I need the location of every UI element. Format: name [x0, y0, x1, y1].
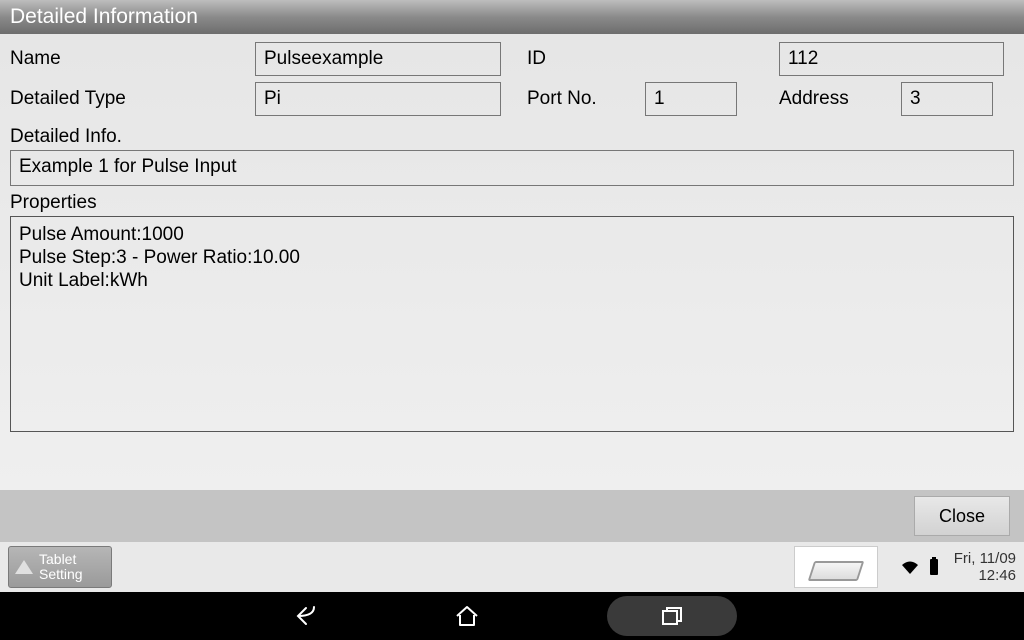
recent-apps-button[interactable]	[607, 596, 737, 636]
title-bar: Detailed Information	[0, 0, 1024, 34]
id-value: 112	[788, 48, 818, 70]
port-no-field[interactable]: 1	[645, 82, 737, 116]
id-field[interactable]: 112	[779, 42, 1004, 76]
status-bar: Tablet Setting Fri, 11/09 12:46	[0, 542, 1024, 592]
id-label: ID	[527, 48, 779, 70]
tray-icon[interactable]	[794, 546, 878, 588]
recent-apps-icon	[660, 605, 684, 627]
detailed-info-label: Detailed Info.	[10, 126, 1014, 148]
time-text: 12:46	[954, 567, 1016, 584]
detailed-type-label: Detailed Type	[10, 88, 255, 110]
content-area: Name Pulseexample ID 112 Detailed Type P…	[0, 34, 1024, 490]
tablet-setting-button[interactable]: Tablet Setting	[8, 546, 112, 588]
close-button-label: Close	[939, 506, 985, 527]
name-field[interactable]: Pulseexample	[255, 42, 501, 76]
properties-label: Properties	[10, 192, 1014, 214]
detailed-type-field[interactable]: Pi	[255, 82, 501, 116]
date-text: Fri, 11/09	[954, 550, 1016, 567]
up-arrow-icon	[15, 560, 33, 574]
address-field[interactable]: 3	[901, 82, 993, 116]
wifi-icon	[900, 560, 920, 575]
battery-icon	[930, 559, 938, 575]
page-title: Detailed Information	[10, 5, 198, 29]
tray-shape-icon	[808, 561, 864, 581]
port-no-label: Port No.	[527, 88, 645, 110]
back-icon	[292, 604, 322, 628]
android-nav-bar	[0, 592, 1024, 640]
detailed-type-value: Pi	[264, 88, 281, 110]
name-value: Pulseexample	[264, 48, 383, 70]
home-button[interactable]	[447, 596, 487, 636]
address-label: Address	[779, 88, 879, 110]
close-button[interactable]: Close	[914, 496, 1010, 536]
tablet-setting-label: Tablet Setting	[39, 552, 83, 583]
properties-box: Pulse Amount:1000 Pulse Step:3 - Power R…	[10, 216, 1014, 432]
detailed-info-value: Example 1 for Pulse Input	[19, 156, 237, 177]
port-no-value: 1	[654, 88, 665, 110]
datetime: Fri, 11/09 12:46	[954, 550, 1016, 585]
name-label: Name	[10, 48, 255, 70]
detailed-info-field[interactable]: Example 1 for Pulse Input	[10, 150, 1014, 186]
back-button[interactable]	[287, 596, 327, 636]
action-bar: Close	[0, 490, 1024, 542]
home-icon	[454, 604, 480, 628]
address-value: 3	[910, 88, 921, 110]
